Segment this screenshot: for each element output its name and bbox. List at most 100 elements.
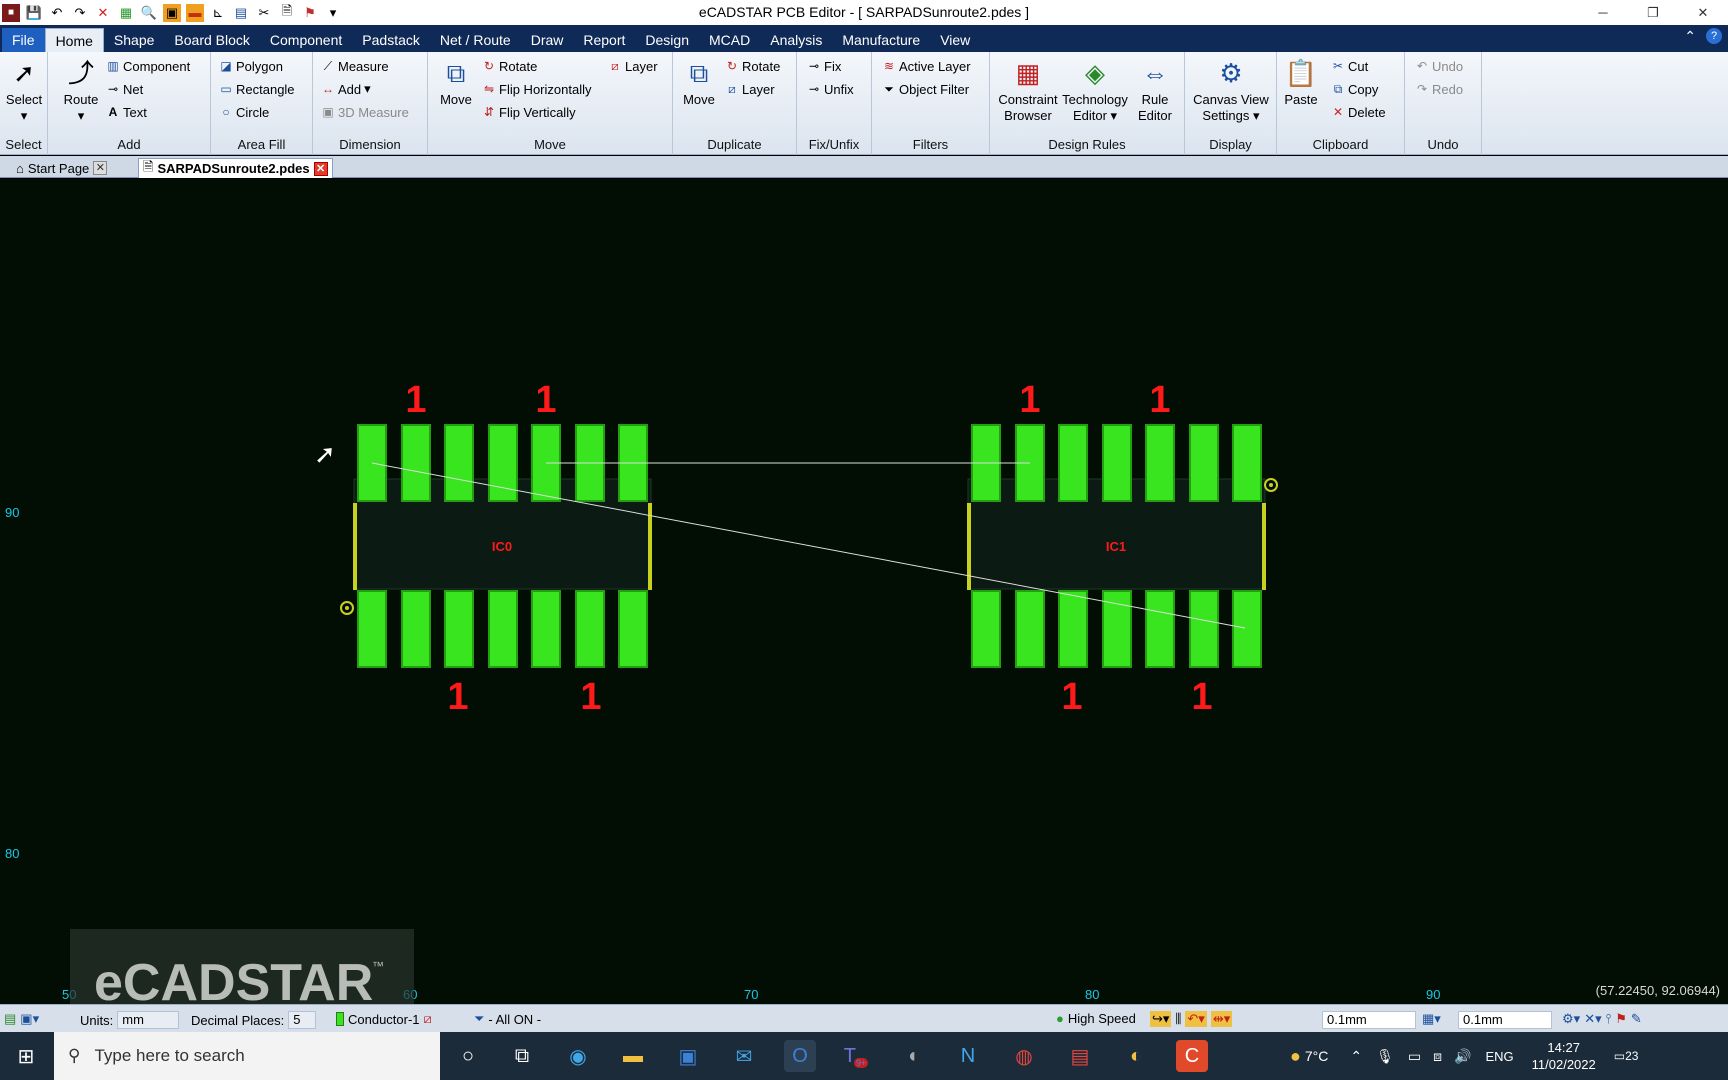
route-button[interactable]: ⤴ Route ▾ [56,56,106,124]
teams-icon[interactable]: T 9+ [840,1040,872,1072]
cortana-icon[interactable]: ○ [452,1040,484,1072]
close-icon[interactable]: ✕ [313,161,328,176]
close-icon[interactable]: ✕ [1678,0,1728,25]
high-speed-indicator[interactable]: ● High Speed [1056,1011,1136,1026]
duplicate-rotate-button[interactable]: ↻ Rotate [725,57,780,75]
battery-icon[interactable]: ▭ [1408,1048,1421,1065]
grid-size-input[interactable]: 0.1mm [1458,1011,1552,1029]
active-layer-indicator[interactable]: Conductor-1 ⧄ [336,1011,432,1027]
select-button[interactable]: ➚ Select ▾ [2,56,46,124]
flip-vertically-button[interactable]: ⇵ Flip Vertically [482,103,576,121]
flip-horizontally-button[interactable]: ⇋ Flip Horizontally [482,80,592,98]
pad[interactable] [1189,590,1219,668]
duplicate-move-button[interactable]: ⧉ Move [679,56,719,108]
restore-icon[interactable]: ❐ [1628,0,1678,25]
push-mode-icon[interactable]: ⇹▾ [1210,1011,1233,1027]
menu-view[interactable]: View [930,28,980,52]
undo-button[interactable]: ↶ Undo [1415,57,1463,75]
active-layer-button[interactable]: ≋ Active Layer [882,57,971,75]
paste-button[interactable]: 📋 Paste [1281,56,1321,108]
task-view-icon[interactable]: ⧉ [506,1040,538,1072]
outlook-icon[interactable]: O [784,1040,816,1072]
net-button[interactable]: ⊸ Net [106,80,143,98]
rectangle-button[interactable]: ▭ Rectangle [219,80,294,98]
menu-padstack[interactable]: Padstack [352,28,430,52]
canvas-view-settings-button[interactable]: ⚙ Canvas View Settings ▾ [1189,56,1273,124]
pad[interactable] [575,590,605,668]
pad[interactable] [444,424,474,502]
pad[interactable] [1015,590,1045,668]
grid-size-input[interactable]: 0.1mm [1322,1011,1416,1029]
polygon-button[interactable]: ◪ Polygon [219,57,283,75]
collapse-ribbon-icon[interactable]: ⌃ [1684,28,1696,45]
technology-editor-button[interactable]: ◈ Technology Editor ▾ [1062,56,1128,124]
filter-indicator[interactable]: ⏷ - All ON - [474,1011,541,1027]
measure-button[interactable]: ⟋ Measure [321,57,389,75]
rotate-button[interactable]: ↻ Rotate [482,57,537,75]
menu-mcad[interactable]: MCAD [699,28,760,52]
pad[interactable] [1102,424,1132,502]
grid-size-1[interactable]: 0.1mm [1322,1011,1416,1029]
pad[interactable] [1189,424,1219,502]
layer-settings-icon[interactable]: ⧄ [424,1011,432,1027]
menu-analysis[interactable]: Analysis [760,28,832,52]
notification-icon[interactable]: ▭23 [1614,1049,1639,1063]
volume-icon[interactable]: 🔊 [1454,1048,1471,1065]
close-icon[interactable]: ✕ [93,161,108,175]
store-icon[interactable]: ▣ [672,1040,704,1072]
edge-icon[interactable]: ◉ [562,1040,594,1072]
pad[interactable] [444,590,474,668]
decimal-places-selector[interactable]: Decimal Places: 5 [191,1011,317,1029]
delete-button[interactable]: ✕ Delete [1331,103,1386,121]
start-icon[interactable]: ⊞ [10,1040,42,1072]
cut-button[interactable]: ✂ Cut [1331,57,1368,75]
taskbar-search[interactable]: ⚲ Type here to search [54,1032,440,1080]
undo-icon[interactable]: ↶ [48,4,66,22]
menu-manufacture[interactable]: Manufacture [832,28,930,52]
unfix-button[interactable]: ⊸ Unfix [807,80,854,98]
pad[interactable] [357,590,387,668]
flag-icon[interactable]: ⚑ [1615,1011,1627,1027]
pad[interactable] [1145,590,1175,668]
tab-start-page[interactable]: ⌂ Start Page ✕ [12,158,111,178]
rule-editor-button[interactable]: ⇔ Rule Editor [1130,56,1180,124]
pad[interactable] [1232,590,1262,668]
help-icon[interactable]: ? [1706,28,1722,44]
language-indicator[interactable]: ENG [1485,1049,1513,1064]
microphone-icon[interactable]: 🎙 [1376,1048,1394,1065]
component-ic1[interactable]: IC1 1 1 1 1 [967,379,1278,718]
menu-home[interactable]: Home [44,28,104,52]
object-filter-button[interactable]: ⏷ Object Filter [882,80,969,98]
grid-settings[interactable]: ▦▾ [1422,1011,1441,1027]
fix-button[interactable]: ⊸ Fix [807,57,841,75]
network-icon[interactable]: ⧈ [1433,1048,1442,1065]
undo-route-icon[interactable]: ↶▾ [1185,1011,1207,1027]
weather-icon[interactable]: ● [1290,1046,1301,1067]
circle-button[interactable]: ○ Circle [219,103,269,121]
redo-button[interactable]: ↷ Redo [1415,80,1463,98]
constraint-browser-button[interactable]: ▦ Constraint Browser [996,56,1060,124]
tools-icon[interactable]: ✂ [255,4,273,22]
mouse-app-icon[interactable]: ◖ [896,1040,928,1072]
measure-tool-icon[interactable]: ⫯ [1606,1011,1612,1027]
3d-measure-button[interactable]: ▣ 3D Measure [321,103,408,121]
mail-icon[interactable]: ✉ [728,1040,760,1072]
highlight-icon[interactable]: ▣ [163,3,181,22]
menu-shape[interactable]: Shape [104,28,164,52]
zoom-icon[interactable]: 🔍 [140,4,158,22]
snap-icon[interactable]: ✕▾ [1584,1011,1601,1027]
menu-board-block[interactable]: Board Block [164,28,259,52]
menu-file[interactable]: File [2,28,45,52]
units-selector[interactable]: Units: mm [80,1011,180,1029]
copy-button[interactable]: ⧉ Copy [1331,80,1379,98]
tab-sarpadsunroute2[interactable]: 🗎 SARPADSunroute2.pdes ✕ [138,158,333,178]
panel-icon[interactable]: ▤ [232,4,250,22]
text-button[interactable]: A Text [106,103,147,121]
pad[interactable] [1145,424,1175,502]
document-icon[interactable]: 🗎 [278,3,296,22]
component-button[interactable]: ▥ Component [106,57,190,75]
nx-icon[interactable]: N [952,1040,984,1072]
pcb-canvas[interactable]: IC0 1 1 1 1 IC1 1 1 1 1 ➚ 90 80 50 70 80… [0,179,1728,1004]
decimal-places-dropdown[interactable]: 5 [288,1011,317,1029]
menu-draw[interactable]: Draw [521,28,574,52]
